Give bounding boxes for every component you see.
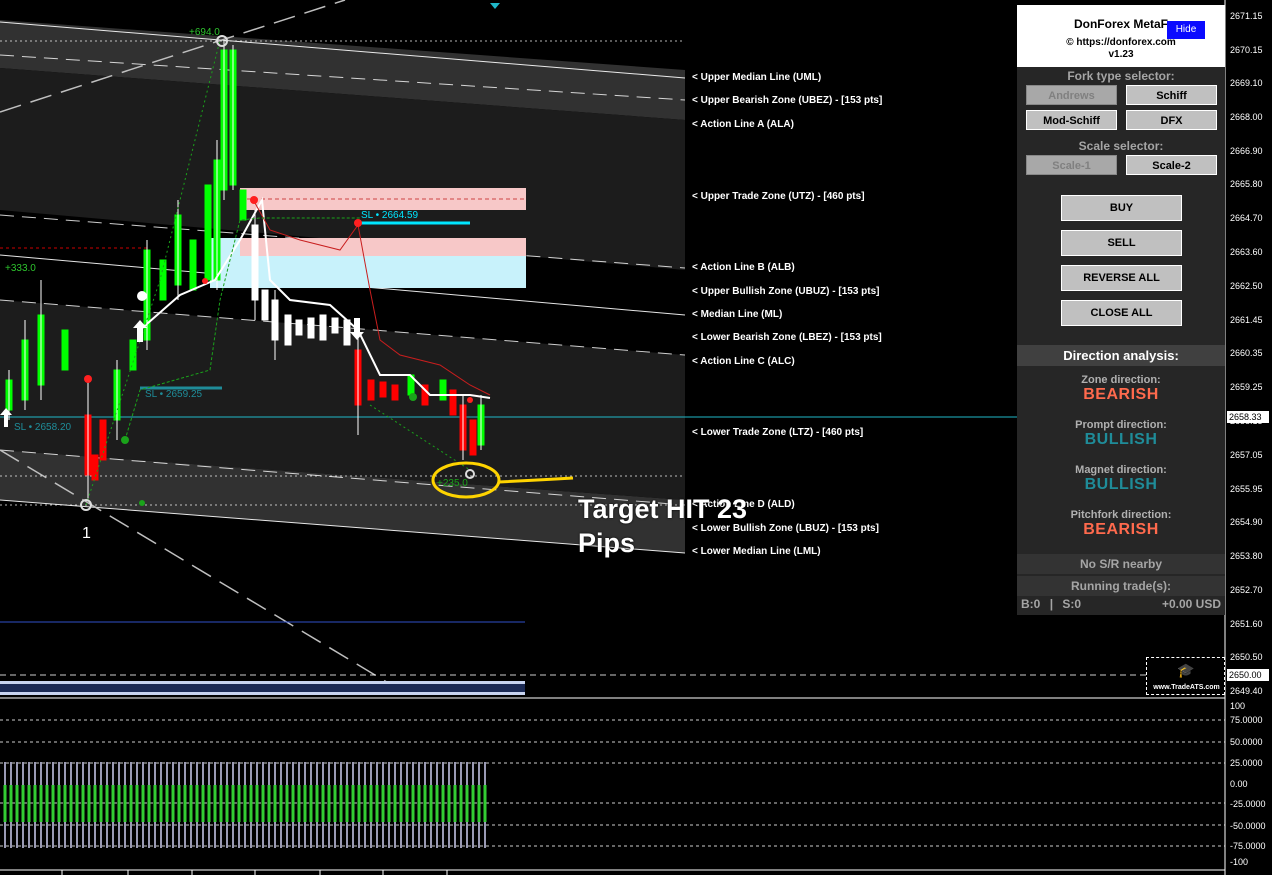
label-ubez: < Upper Bearish Zone (UBEZ) - [153 pts] xyxy=(692,95,883,106)
label-lbez: < Lower Bearish Zone (LBEZ) - [153 pts] xyxy=(692,332,882,343)
count-separator: | xyxy=(1049,597,1054,611)
price-tick: 2655.95 xyxy=(1230,484,1263,494)
target-hit-annotation: Target HIT 23 Pips xyxy=(578,492,747,560)
label-ml: < Median Line (ML) xyxy=(692,309,783,320)
indicator-tick: -75.0000 xyxy=(1230,841,1266,851)
label-ubuz: < Upper Bullish Zone (UBUZ) - [153 pts] xyxy=(692,286,880,297)
indicator-axis: 100 75.0000 50.0000 25.0000 0.00 -25.000… xyxy=(1226,700,1272,875)
pitchfork-direction-label: Pitchfork direction: xyxy=(1070,509,1172,521)
price-tick: 2652.70 xyxy=(1230,585,1263,595)
pnl-value: +0.00 USD xyxy=(1161,597,1221,611)
price-tick: 2654.90 xyxy=(1230,517,1263,527)
running-trades-title: Running trade(s): xyxy=(1017,576,1225,596)
prompt-direction-value: BULLISH xyxy=(1084,431,1158,448)
label-utz: < Upper Trade Zone (UTZ) - [460 pts] xyxy=(692,191,865,202)
current-price-label: 2658.33 xyxy=(1227,411,1269,423)
sl-upper-label: SL • 2664.59 xyxy=(361,210,419,221)
sell-count: S:0 xyxy=(1062,597,1082,611)
price-axis[interactable]: 2671.15 2670.15 2669.10 2668.00 2666.90 … xyxy=(1226,0,1272,700)
price-tick: 2664.70 xyxy=(1230,213,1263,223)
sl-left-label: SL • 2658.20 xyxy=(14,422,72,433)
pivot-label: 1 xyxy=(82,525,91,542)
sell-button[interactable]: SELL xyxy=(1061,230,1182,256)
donforex-panel: DonForex MetaF Hide © https://donforex.c… xyxy=(1017,5,1225,615)
panel-version: v1.23 xyxy=(1108,49,1134,60)
zone-direction-value: BEARISH xyxy=(1083,386,1159,403)
schiff-button[interactable]: Schiff xyxy=(1126,85,1217,105)
panel-header: DonForex MetaF Hide © https://donforex.c… xyxy=(1017,5,1225,67)
indicator-tick: -50.0000 xyxy=(1230,821,1266,831)
buy-button[interactable]: BUY xyxy=(1061,195,1182,221)
target-pts-label: +235.0 xyxy=(437,478,468,489)
reverse-all-button[interactable]: REVERSE ALL xyxy=(1061,265,1182,291)
indicator-tick: -100 xyxy=(1230,857,1249,867)
panel-url: © https://donforex.com xyxy=(1066,37,1176,48)
price-tick: 2671.15 xyxy=(1230,11,1263,21)
indicator-tick: 0.00 xyxy=(1230,779,1248,789)
logo-text: www.TradeATS.com xyxy=(1153,684,1220,691)
trade-counts: B:0 | S:0 xyxy=(1021,597,1081,611)
price-tick: 2670.15 xyxy=(1230,45,1263,55)
label-alc: < Action Line C (ALC) xyxy=(692,356,795,367)
annotation-line-1: Target HIT 23 xyxy=(578,494,748,524)
price-tick: 2663.60 xyxy=(1230,247,1263,257)
price-tick: 2662.50 xyxy=(1230,281,1263,291)
fork-selector-title: Fork type selector: xyxy=(1067,69,1175,83)
zone-direction-label: Zone direction: xyxy=(1081,374,1161,386)
indicator-tick: 25.0000 xyxy=(1230,758,1263,768)
prompt-direction-label: Prompt direction: xyxy=(1075,419,1167,431)
label-ala: < Action Line A (ALA) xyxy=(692,119,794,130)
annotation-line-2: Pips xyxy=(578,528,636,558)
label-uml: < Upper Median Line (UML) xyxy=(692,72,822,83)
scale-2-button[interactable]: Scale-2 xyxy=(1126,155,1217,175)
left-pts-label: +333.0 xyxy=(5,263,36,274)
label-ltz: < Lower Trade Zone (LTZ) - [460 pts] xyxy=(692,427,864,438)
scale-selector-title: Scale selector: xyxy=(1078,139,1164,153)
scale-1-button[interactable]: Scale-1 xyxy=(1026,155,1117,175)
price-tick: 2650.50 xyxy=(1230,652,1263,662)
magnet-direction-label: Magnet direction: xyxy=(1075,464,1167,476)
graduation-cap-icon: 🎓 xyxy=(1177,662,1195,678)
trade-stats: B:0 | S:0 +0.00 USD xyxy=(1017,597,1225,615)
pitchfork-direction-value: BEARISH xyxy=(1083,521,1159,538)
price-tick: 2669.10 xyxy=(1230,78,1263,88)
indicator-tick: -25.0000 xyxy=(1230,799,1266,809)
sr-status: No S/R nearby xyxy=(1017,554,1225,574)
price-tick: 2659.25 xyxy=(1230,382,1263,392)
price-tick: 2666.90 xyxy=(1230,146,1263,156)
dfx-button[interactable]: DFX xyxy=(1126,110,1217,130)
price-tick: 2661.45 xyxy=(1230,315,1263,325)
sl-mid-label: SL • 2659.25 xyxy=(145,389,203,400)
buy-count: B:0 xyxy=(1021,597,1041,611)
magnet-direction-value: BULLISH xyxy=(1084,476,1158,493)
price-tick: 2651.60 xyxy=(1230,619,1263,629)
andrews-button[interactable]: Andrews xyxy=(1026,85,1117,105)
price-tick: 2660.35 xyxy=(1230,348,1263,358)
indicator-tick: 100 xyxy=(1230,701,1246,711)
level-price-label: 2650.00 xyxy=(1227,669,1269,681)
direction-analysis-header: Direction analysis: xyxy=(1017,345,1225,366)
oscillator-bars xyxy=(3,762,487,848)
price-tick: 2649.40 xyxy=(1230,686,1263,696)
price-tick: 2668.00 xyxy=(1230,112,1263,122)
close-all-button[interactable]: CLOSE ALL xyxy=(1061,300,1182,326)
mod-schiff-button[interactable]: Mod-Schiff xyxy=(1026,110,1117,130)
price-tick: 2665.80 xyxy=(1230,179,1263,189)
indicator-tick: 50.0000 xyxy=(1230,737,1263,747)
tradeats-logo: 🎓 www.TradeATS.com xyxy=(1146,657,1225,695)
price-tick: 2653.80 xyxy=(1230,551,1263,561)
price-tick: 2657.05 xyxy=(1230,450,1263,460)
indicator-tick: 75.0000 xyxy=(1230,715,1263,725)
label-alb: < Action Line B (ALB) xyxy=(692,262,795,273)
top-pts-label: +694.0 xyxy=(189,27,220,38)
